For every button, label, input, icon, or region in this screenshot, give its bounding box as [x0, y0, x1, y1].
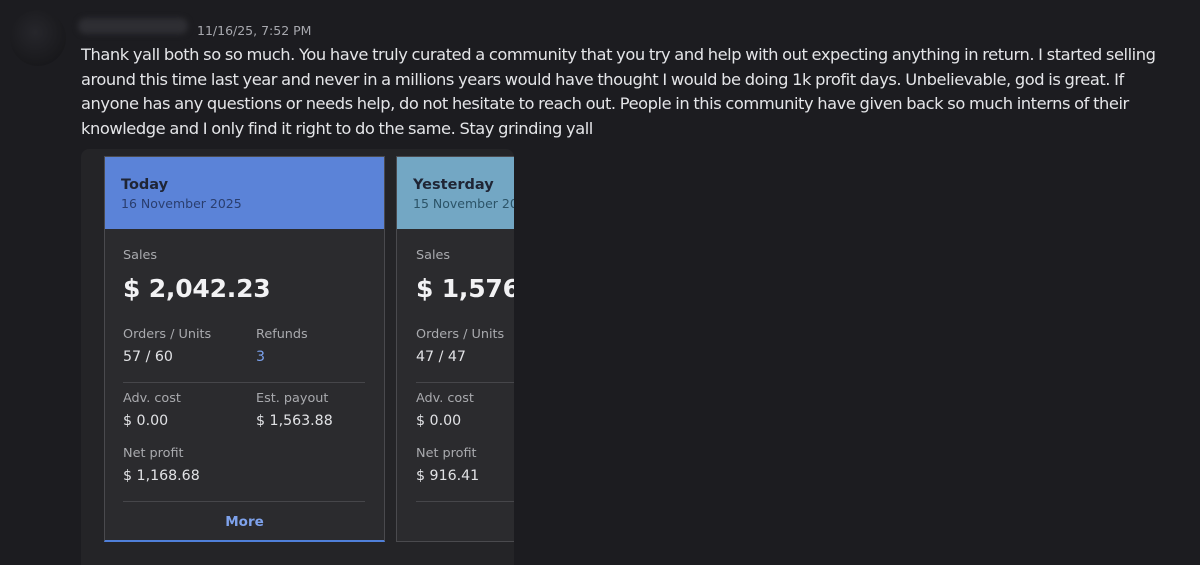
today-net-value: $ 1,168.68	[123, 468, 200, 484]
today-orders-label: Orders / Units	[123, 327, 212, 342]
today-title: Today	[121, 177, 169, 193]
today-sales-label: Sales	[123, 248, 158, 263]
yesterday-divider-1	[416, 382, 514, 383]
yesterday-divider-2	[416, 501, 514, 502]
yesterday-net-label: Net profit	[416, 446, 477, 461]
today-sales-value: $ 2,042.23	[123, 274, 271, 303]
today-divider-2	[123, 501, 365, 502]
today-refunds-link[interactable]: 3	[256, 349, 265, 365]
yesterday-title: Yesterday	[413, 177, 494, 193]
today-refunds-label: Refunds	[256, 327, 308, 342]
yesterday-sales-label: Sales	[416, 248, 451, 263]
today-payout-label: Est. payout	[256, 391, 329, 406]
yesterday-orders-label: Orders / Units	[416, 327, 505, 342]
user-avatar[interactable]	[10, 10, 66, 66]
image-attachment[interactable]: Today 16 November 2025 Sales $ 2,042.23 …	[81, 149, 514, 565]
yesterday-card: Yesterday 15 November 20 Sales $ 1,576. …	[396, 156, 514, 542]
today-more-button[interactable]: More	[105, 514, 384, 530]
yesterday-card-header: Yesterday 15 November 20	[397, 157, 514, 229]
yesterday-date: 15 November 20	[413, 196, 514, 211]
today-net-label: Net profit	[123, 446, 184, 461]
today-card: Today 16 November 2025 Sales $ 2,042.23 …	[104, 156, 385, 542]
today-card-header: Today 16 November 2025	[105, 157, 384, 229]
yesterday-net-value: $ 916.41	[416, 468, 480, 484]
message-timestamp: 11/16/25, 7:52 PM	[197, 23, 312, 38]
username-redacted[interactable]	[78, 18, 188, 34]
today-payout-value: $ 1,563.88	[256, 413, 333, 429]
message-text: Thank yall both so so much. You have tru…	[81, 45, 1156, 138]
today-date: 16 November 2025	[121, 196, 242, 211]
today-adv-label: Adv. cost	[123, 391, 181, 406]
yesterday-adv-label: Adv. cost	[416, 391, 474, 406]
yesterday-adv-value: $ 0.00	[416, 413, 462, 429]
yesterday-sales-value: $ 1,576.	[416, 274, 514, 303]
today-divider-1	[123, 382, 365, 383]
yesterday-orders-value: 47 / 47	[416, 349, 466, 365]
today-orders-value: 57 / 60	[123, 349, 173, 365]
chat-message: 11/16/25, 7:52 PM Thank yall both so so …	[0, 0, 1200, 565]
today-adv-value: $ 0.00	[123, 413, 169, 429]
